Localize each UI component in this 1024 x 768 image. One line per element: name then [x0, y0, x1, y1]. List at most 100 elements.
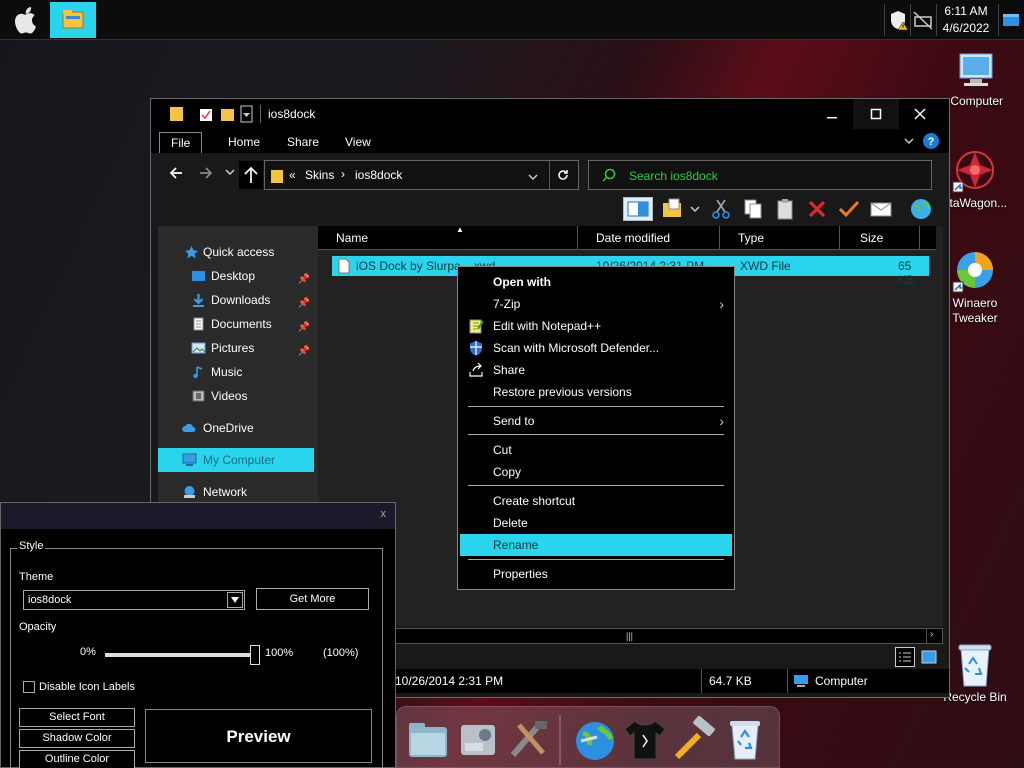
explorer-title-bar[interactable]: ios8dock	[151, 99, 949, 129]
tshirt-icon[interactable]	[621, 715, 669, 763]
cut-icon[interactable]	[709, 197, 733, 221]
refresh-icon[interactable]	[556, 168, 570, 182]
scrollbar-grip-icon[interactable]: |||	[626, 631, 633, 641]
nav-item-downloads[interactable]: Downloads 📌	[158, 288, 314, 312]
expand-ribbon-icon[interactable]	[903, 135, 915, 147]
menu-item-label: Copy	[493, 465, 522, 479]
menu-item-scan-defender[interactable]: Scan with Microsoft Defender...	[460, 337, 732, 359]
title-divider	[260, 105, 261, 123]
opacity-slider-thumb[interactable]	[250, 645, 260, 665]
address-dropdown-icon[interactable]	[528, 172, 538, 182]
status-bar: 10/26/2014 2:31 PM 64.7 KB Computer	[395, 669, 949, 693]
new-item-dropdown-icon[interactable]	[689, 197, 701, 221]
globe-icon[interactable]	[909, 197, 933, 221]
system-tool-icon[interactable]	[455, 715, 503, 763]
nav-item-onedrive[interactable]: OneDrive	[158, 416, 314, 440]
nav-item-documents[interactable]: Documents 📌	[158, 312, 314, 336]
menu-item-send-to[interactable]: Send to ›	[460, 410, 732, 432]
pictures-icon	[191, 342, 206, 354]
show-desktop-icon[interactable]	[1001, 8, 1023, 32]
menu-item-edit-notepad[interactable]: Edit with Notepad++	[460, 315, 732, 337]
apple-icon[interactable]	[10, 5, 42, 35]
dock-settings-title-bar[interactable]: x	[1, 503, 395, 529]
folder-icon[interactable]	[405, 715, 453, 763]
folder-icon[interactable]	[169, 105, 185, 123]
computer-icon	[794, 675, 808, 687]
menu-item-open-with[interactable]: Open with	[460, 271, 732, 293]
back-arrow-icon[interactable]	[168, 165, 184, 181]
file-explorer-taskbar-button[interactable]	[50, 2, 96, 38]
preview-pane-icon[interactable]	[623, 197, 653, 221]
minimize-button[interactable]	[809, 99, 855, 129]
nav-item-music[interactable]: Music	[158, 360, 314, 384]
customize-quick-access-icon[interactable]	[240, 105, 256, 123]
breadcrumb-ios8dock[interactable]: ios8dock	[355, 168, 402, 182]
maximize-button[interactable]	[853, 99, 899, 129]
tab-home[interactable]: Home	[217, 132, 271, 153]
nav-item-videos[interactable]: Videos	[158, 384, 314, 408]
scroll-right-icon[interactable]: ›	[930, 629, 933, 640]
preview-box: Preview	[145, 709, 372, 763]
get-more-button[interactable]: Get More	[256, 588, 369, 610]
help-icon[interactable]: ?	[922, 132, 940, 150]
nav-item-desktop[interactable]: Desktop 📌	[158, 264, 314, 288]
details-view-icon[interactable]	[895, 647, 915, 667]
large-icons-view-icon[interactable]	[919, 647, 939, 667]
menu-item-cut[interactable]: Cut	[460, 439, 732, 461]
theme-select[interactable]: ios8dock	[23, 590, 245, 610]
tab-view[interactable]: View	[334, 132, 382, 153]
breadcrumb-overflow[interactable]: «	[289, 168, 296, 182]
close-icon[interactable]: x	[381, 508, 387, 520]
up-button[interactable]	[239, 161, 263, 189]
shadow-color-button[interactable]: Shadow Color	[19, 729, 135, 748]
breadcrumb-skins[interactable]: Skins	[305, 168, 334, 182]
copy-icon[interactable]	[741, 197, 765, 221]
checkmark-icon[interactable]	[837, 197, 861, 221]
forward-arrow-icon[interactable]	[198, 165, 214, 181]
recent-locations-icon[interactable]	[225, 167, 235, 177]
menu-item-restore-versions[interactable]: Restore previous versions	[460, 381, 732, 403]
column-header-type[interactable]: Type	[730, 226, 840, 250]
recycle-bin-icon[interactable]	[721, 715, 769, 763]
new-folder-icon[interactable]	[220, 105, 236, 123]
nav-item-quick-access[interactable]: Quick access	[158, 240, 314, 264]
clock[interactable]: 6:11 AM 4/6/2022	[936, 3, 996, 37]
menu-separator	[468, 434, 724, 435]
delete-icon[interactable]	[805, 197, 829, 221]
column-header-size[interactable]: Size	[852, 226, 920, 250]
paste-icon[interactable]	[773, 197, 797, 221]
security-warning-icon[interactable]	[889, 8, 911, 32]
network-disconnected-icon[interactable]	[912, 8, 934, 32]
tab-file[interactable]: File	[159, 132, 203, 153]
nav-item-my-computer[interactable]: My Computer	[158, 448, 314, 472]
disable-icon-labels-checkbox[interactable]	[23, 681, 35, 693]
dock-settings-window: x Style Theme ios8dock Get More Opacity …	[0, 502, 396, 768]
column-header-date[interactable]: Date modified	[588, 226, 720, 250]
nav-item-label: Quick access	[203, 245, 275, 259]
search-box[interactable]: Search ios8dock	[588, 160, 932, 190]
hammer-icon[interactable]	[671, 715, 719, 763]
menu-item-share[interactable]: Share	[460, 359, 732, 381]
chevron-down-icon[interactable]	[227, 592, 243, 608]
nav-item-network[interactable]: Network	[158, 480, 314, 504]
properties-icon[interactable]	[198, 105, 214, 123]
column-header-name[interactable]: Name	[318, 226, 578, 250]
outline-color-button[interactable]: Outline Color	[19, 750, 135, 768]
opacity-slider-track[interactable]	[105, 653, 255, 657]
horizontal-scrollbar[interactable]: ||| ›	[395, 628, 943, 644]
close-button[interactable]	[897, 99, 943, 129]
select-font-button[interactable]: Select Font	[19, 708, 135, 727]
menu-item-delete[interactable]: Delete	[460, 512, 732, 534]
tool-box-icon[interactable]	[505, 715, 553, 763]
menu-item-copy[interactable]: Copy	[460, 461, 732, 483]
menu-item-7zip[interactable]: 7-Zip ›	[460, 293, 732, 315]
address-bar[interactable]: « Skins › ios8dock	[264, 160, 579, 190]
menu-item-rename[interactable]: Rename	[460, 534, 732, 556]
menu-item-create-shortcut[interactable]: Create shortcut	[460, 490, 732, 512]
menu-item-properties[interactable]: Properties	[460, 563, 732, 585]
tab-share[interactable]: Share	[276, 132, 330, 153]
email-icon[interactable]	[869, 197, 893, 221]
globe-icon[interactable]	[571, 715, 619, 763]
new-folder-icon[interactable]	[661, 197, 685, 221]
nav-item-pictures[interactable]: Pictures 📌	[158, 336, 314, 360]
